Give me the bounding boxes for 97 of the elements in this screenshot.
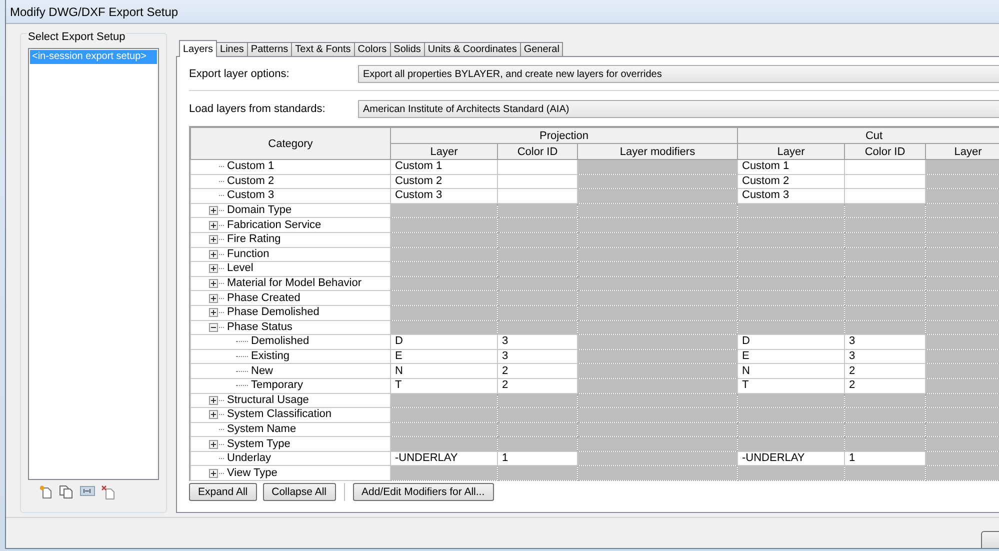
plus-box-icon[interactable] [209, 308, 218, 318]
plus-box-icon[interactable] [209, 250, 218, 259]
column-group-header: Projection [390, 128, 738, 144]
field-label: Export layer options: [189, 68, 290, 80]
tab[interactable]: General [520, 42, 564, 57]
category-label: Structural Usage [227, 394, 309, 407]
table-cell[interactable]: Custom 3 [738, 188, 844, 204]
column-header: Layer [738, 144, 844, 160]
tab[interactable]: Colors [354, 42, 391, 57]
category-label: Domain Type [227, 204, 292, 218]
table-cell[interactable] [498, 174, 578, 189]
dropdown[interactable]: American Institute of Architects Standard (AIA) [358, 100, 999, 118]
category-label: Material for Model Behavior [227, 277, 362, 290]
group-label: Select Export Setup [27, 31, 126, 43]
table-cell[interactable] [498, 160, 578, 174]
category-label: System Type [227, 438, 290, 451]
category-label: View Type [227, 466, 278, 480]
category-label: Function [227, 248, 270, 261]
table-cell[interactable]: 1 [844, 451, 926, 466]
plus-box-icon[interactable] [209, 235, 218, 244]
table-cell[interactable]: 2 [844, 378, 926, 393]
tab[interactable]: Lines [216, 42, 248, 57]
category-label: Custom 1 [227, 160, 274, 174]
tab[interactable]: Text & Fonts [291, 42, 355, 57]
table-cell[interactable]: N [738, 364, 844, 378]
table-cell[interactable]: N [390, 364, 498, 378]
table-cell[interactable]: 3 [844, 334, 926, 350]
table-cell[interactable]: D [390, 334, 498, 350]
action-button[interactable]: Collapse All [262, 483, 336, 501]
minus-box-icon[interactable] [209, 322, 218, 332]
category-label: Fire Rating [227, 233, 281, 246]
table-cell[interactable]: 2 [844, 364, 926, 378]
category-label: Phase Demolished [227, 306, 320, 320]
table-cell[interactable]: Custom 1 [738, 160, 844, 174]
table-cell[interactable]: D [738, 334, 844, 350]
table-cell[interactable]: Custom 3 [390, 188, 498, 204]
table-cell[interactable]: 1 [498, 451, 578, 466]
delete-document-icon[interactable] [101, 485, 116, 500]
table-cell[interactable] [844, 188, 926, 204]
field-label: Load layers from standards: [189, 103, 326, 115]
dropdown[interactable]: Export all properties BYLAYER, and create new layers for overrides [358, 65, 999, 83]
tab[interactable]: Patterns [246, 42, 292, 57]
plus-box-icon[interactable] [209, 410, 218, 420]
category-label: Temporary [251, 379, 303, 392]
tab[interactable]: Units & Coordinates [424, 42, 521, 57]
tab[interactable]: Layers [179, 40, 218, 57]
table-cell[interactable]: T [390, 378, 498, 393]
plus-box-icon[interactable] [209, 264, 218, 274]
category-label: Existing [251, 350, 290, 364]
column-header: Layer [926, 144, 999, 160]
category-label: Custom 3 [227, 189, 274, 202]
category-label: Phase Created [227, 292, 300, 305]
table-cell[interactable] [844, 174, 926, 189]
plus-box-icon[interactable] [209, 396, 218, 405]
copy-icon[interactable] [59, 485, 74, 499]
column-header: Category [190, 128, 390, 160]
new-document-icon[interactable] [39, 485, 53, 499]
category-label: System Classification [227, 408, 332, 422]
column-header: Layer modifiers [578, 144, 738, 160]
table-cell[interactable]: Custom 2 [738, 174, 844, 189]
category-label: Level [227, 262, 254, 276]
plus-box-icon[interactable] [209, 220, 218, 230]
plus-box-icon[interactable] [209, 294, 218, 303]
category-label: Phase Status [227, 320, 292, 334]
table-cell[interactable]: E [390, 349, 498, 364]
table-cell[interactable]: -UNDERLAY [390, 451, 498, 466]
tab[interactable]: Solids [390, 42, 425, 57]
table-cell[interactable]: T [738, 378, 844, 393]
table-cell[interactable]: 3 [498, 334, 578, 350]
table-cell[interactable]: 2 [498, 378, 578, 393]
column-group-header: Cut [738, 128, 999, 144]
table-cell[interactable]: 3 [844, 349, 926, 364]
category-label: System Name [227, 422, 296, 436]
plus-box-icon[interactable] [209, 440, 218, 449]
table-cell[interactable]: 3 [498, 349, 578, 364]
table-cell[interactable]: Custom 1 [390, 160, 498, 174]
table-cell[interactable]: 2 [498, 364, 578, 378]
action-button[interactable]: Add/Edit Modifiers for All... [352, 483, 494, 501]
table-cell[interactable] [844, 160, 926, 174]
category-label: Fabrication Service [227, 218, 322, 232]
table-cell[interactable]: -UNDERLAY [738, 451, 844, 466]
column-header: Color ID [498, 144, 578, 160]
table-cell[interactable]: E [738, 349, 844, 364]
category-label: Custom 2 [227, 174, 274, 188]
category-label: New [251, 364, 274, 378]
category-label: Underlay [227, 452, 272, 466]
table-cell[interactable] [498, 188, 578, 204]
rename-icon[interactable] [80, 485, 95, 497]
column-header: Layer [390, 144, 498, 160]
plus-box-icon[interactable] [209, 206, 218, 216]
plus-box-icon[interactable] [209, 468, 218, 478]
table-cell[interactable]: Custom 2 [390, 174, 498, 189]
action-button[interactable]: Expand All [189, 483, 257, 501]
window-title: Modify DWG/DXF Export Setup [10, 4, 178, 18]
column-header: Color ID [844, 144, 926, 160]
category-label: Demolished [251, 335, 310, 348]
plus-box-icon[interactable] [209, 279, 218, 288]
